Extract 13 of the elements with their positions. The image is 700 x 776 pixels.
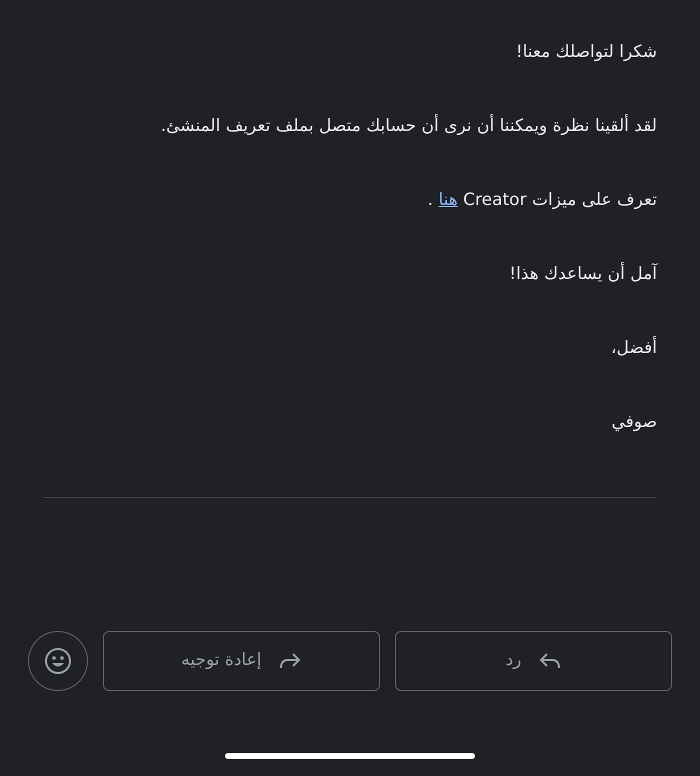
message-paragraph: لقد ألقينا نظرة ويمكننا أن نرى أن حسابك متصل بملف تعريف المنشئ. xyxy=(160,114,657,138)
message-paragraph: أفضل، xyxy=(610,336,657,360)
smiley-icon xyxy=(44,647,72,675)
forward-icon xyxy=(279,653,302,669)
forward-button[interactable]: إعادة توجيه xyxy=(102,631,380,691)
emoji-button[interactable] xyxy=(28,631,88,691)
link[interactable]: هنا xyxy=(438,190,458,210)
message-paragraph: شكرا لتواصلك معنا! xyxy=(514,41,657,64)
message-paragraph: صوفي xyxy=(610,411,657,434)
reply-button[interactable]: رد xyxy=(394,631,672,691)
message-paragraph: تعرف على ميزات Creator هنا . xyxy=(426,189,657,212)
reply-icon xyxy=(539,653,562,669)
message-paragraph: آمل أن يساعدك هذا! xyxy=(508,262,657,286)
